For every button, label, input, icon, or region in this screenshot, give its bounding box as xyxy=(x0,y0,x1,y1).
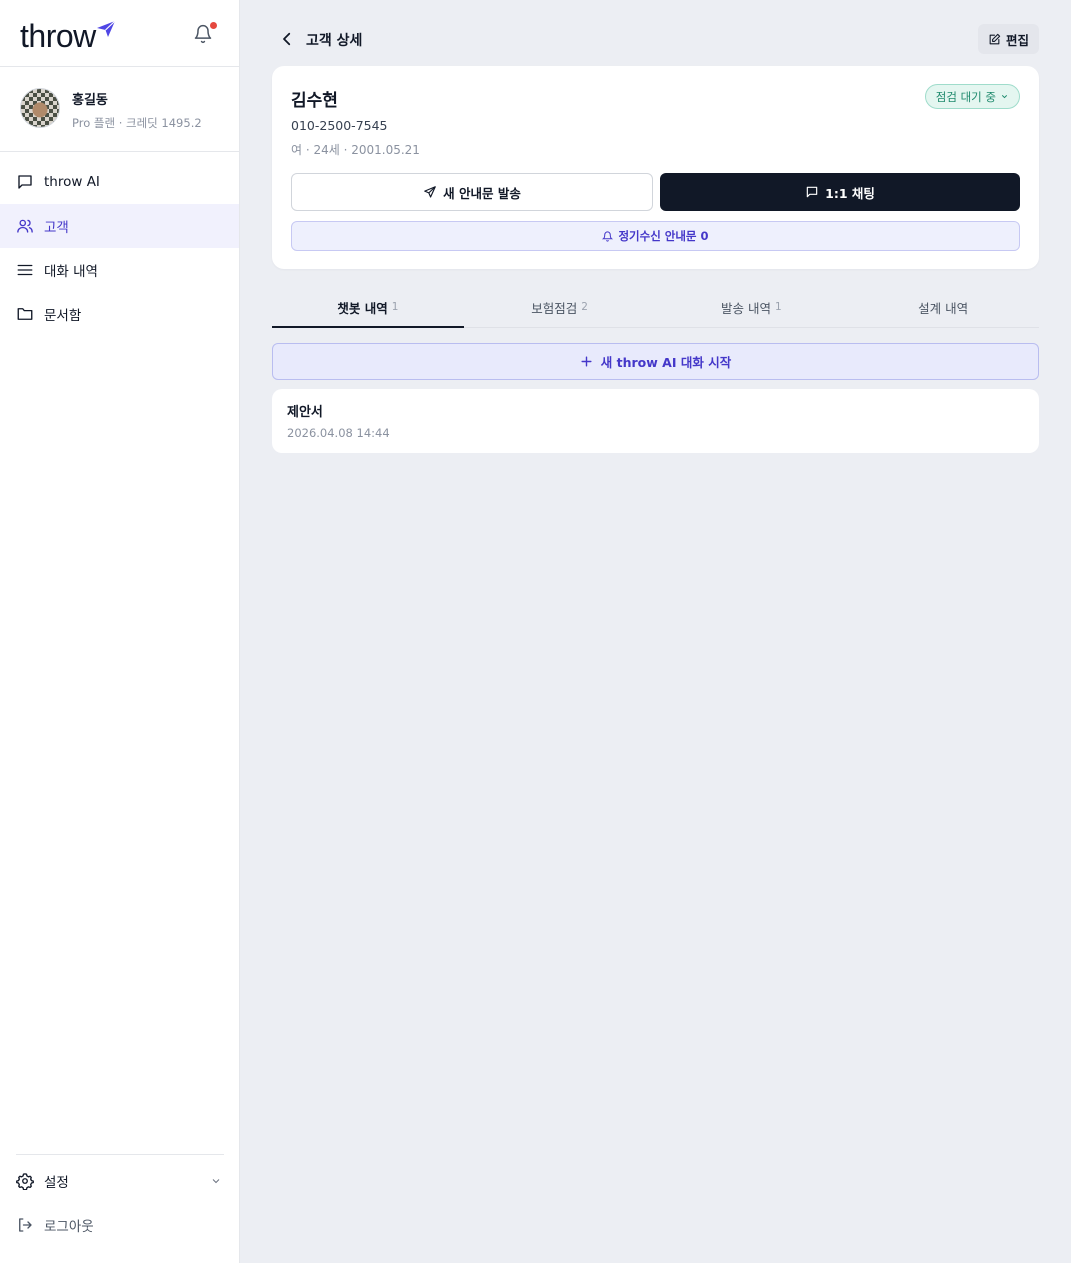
list-icon xyxy=(16,261,34,279)
history-item-date: 2026.04.08 14:44 xyxy=(287,426,390,440)
sidebar-item-label: 대화 내역 xyxy=(44,264,98,280)
one-on-one-chat-button[interactable]: 1:1 채팅 xyxy=(660,173,1020,211)
main-content: 고객 상세 편집 김수현 점검 대기 중 010-2500-7545 여 · 2… xyxy=(240,0,1071,1263)
customer-phone: 010-2500-7545 xyxy=(291,118,388,133)
logout-button[interactable]: 로그아웃 xyxy=(0,1203,240,1247)
chat-bubble-icon xyxy=(806,186,818,198)
new-ai-chat-button[interactable]: 새 throw AI 대화 시작 xyxy=(272,343,1039,380)
customer-name: 김수현 xyxy=(291,91,338,111)
tab-label: 발송 내역 xyxy=(721,300,772,316)
chat-label: 1:1 채팅 xyxy=(825,185,875,201)
sidebar-item-documents[interactable]: 문서함 xyxy=(0,292,239,336)
settings-label: 설정 xyxy=(44,1175,69,1191)
tab-count: 1 xyxy=(775,301,782,313)
sidebar-item-label: 문서함 xyxy=(44,308,82,324)
sidebar-header: throw xyxy=(0,0,239,67)
tab-count: 2 xyxy=(581,301,588,313)
app-logo[interactable]: throw xyxy=(20,16,96,56)
plus-icon xyxy=(581,356,592,367)
edit-label: 편집 xyxy=(1005,32,1029,48)
user-name: 홍길동 xyxy=(72,93,108,108)
sidebar-item-throw-ai[interactable]: throw AI xyxy=(0,160,239,204)
logout-label: 로그아웃 xyxy=(44,1219,94,1235)
status-label: 점검 대기 중 xyxy=(935,89,996,104)
sidebar-nav: throw AI 고객 대화 내역 문서함 xyxy=(0,152,239,336)
regular-notice-label: 정기수신 안내문 0 xyxy=(618,229,709,243)
send-notice-label: 새 안내문 발송 xyxy=(443,185,521,201)
tab-label: 챗봇 내역 xyxy=(337,300,388,316)
tab-label: 설계 내역 xyxy=(918,300,969,316)
tab-count: 1 xyxy=(391,301,399,313)
sidebar-item-label: throw AI xyxy=(44,174,100,190)
customer-tabs: 챗봇 내역 1 보험점검 2 발송 내역 1 설계 내역 xyxy=(272,287,1039,328)
folder-icon xyxy=(16,305,34,323)
sidebar-footer: 설정 로그아웃 xyxy=(0,1154,240,1263)
tab-label: 보험점검 xyxy=(531,300,578,316)
logout-icon xyxy=(16,1216,34,1234)
tab-insurance-check[interactable]: 보험점검 2 xyxy=(464,287,656,327)
sidebar-item-chat-history[interactable]: 대화 내역 xyxy=(0,248,239,292)
page-header: 고객 상세 편집 xyxy=(272,24,1039,54)
back-arrow-icon[interactable] xyxy=(278,30,296,48)
customer-meta: 여 · 24세 · 2001.05.21 xyxy=(291,143,420,157)
users-icon xyxy=(16,217,34,235)
user-plan-info: Pro 플랜 · 크레딧 1495.2 xyxy=(72,116,202,130)
notification-button[interactable] xyxy=(193,22,217,46)
bell-icon xyxy=(602,230,614,242)
chevron-down-icon xyxy=(212,1179,220,1184)
new-chat-label: 새 throw AI 대화 시작 xyxy=(600,355,732,370)
tab-send-history[interactable]: 발송 내역 1 xyxy=(656,287,848,327)
sidebar: throw 홍길동 Pro 플랜 · 크레딧 1495.2 throw AI 고… xyxy=(0,0,240,1263)
sidebar-item-label: 고객 xyxy=(44,220,69,236)
tab-chatbot-history[interactable]: 챗봇 내역 1 xyxy=(272,287,464,328)
list-item[interactable]: 제안서 2026.04.08 14:44 xyxy=(272,389,1039,453)
send-icon xyxy=(424,186,436,198)
customer-card: 김수현 점검 대기 중 010-2500-7545 여 · 24세 · 2001… xyxy=(272,66,1039,269)
divider xyxy=(16,1154,224,1155)
settings-menu[interactable]: 설정 xyxy=(0,1159,240,1203)
chat-bubble-icon xyxy=(16,173,34,191)
edit-icon xyxy=(989,33,1001,44)
sidebar-item-customers[interactable]: 고객 xyxy=(0,204,239,248)
chevron-down-icon xyxy=(1001,95,1008,99)
paper-plane-logo-icon xyxy=(97,20,116,37)
edit-button[interactable]: 편집 xyxy=(977,24,1039,54)
notification-dot xyxy=(210,22,217,29)
user-profile[interactable]: 홍길동 Pro 플랜 · 크레딧 1495.2 xyxy=(0,67,239,152)
avatar xyxy=(20,88,60,128)
history-item-title: 제안서 xyxy=(287,405,323,420)
gear-icon xyxy=(16,1172,34,1190)
status-badge[interactable]: 점검 대기 중 xyxy=(924,84,1020,109)
regular-notice-button[interactable]: 정기수신 안내문 0 xyxy=(291,221,1020,251)
send-notice-button[interactable]: 새 안내문 발송 xyxy=(291,173,653,211)
page-title: 고객 상세 xyxy=(306,33,363,49)
tab-design-history[interactable]: 설계 내역 xyxy=(847,287,1039,327)
